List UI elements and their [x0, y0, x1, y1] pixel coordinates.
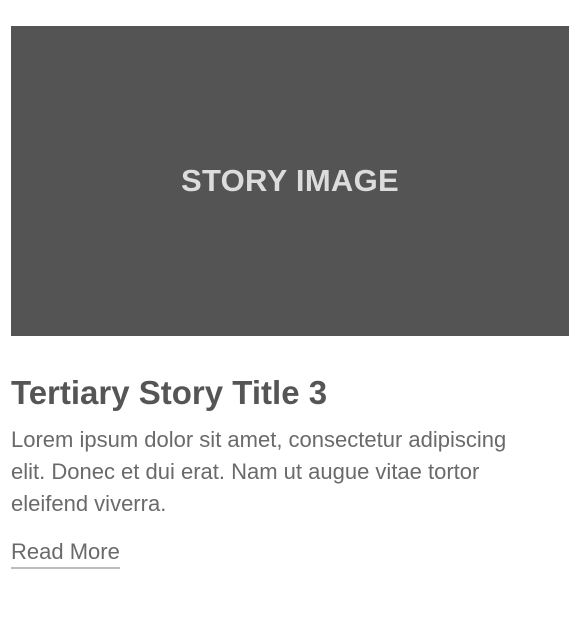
- story-image-label: STORY IMAGE: [180, 163, 400, 198]
- story-title[interactable]: Tertiary Story Title 3: [11, 374, 569, 412]
- read-more-link[interactable]: Read More: [11, 538, 120, 569]
- story-image-placeholder[interactable]: STORY IMAGE: [11, 26, 569, 336]
- story-card: STORY IMAGE Tertiary Story Title 3 Lorem…: [11, 26, 569, 569]
- story-excerpt: Lorem ipsum dolor sit amet, consectetur …: [11, 427, 507, 516]
